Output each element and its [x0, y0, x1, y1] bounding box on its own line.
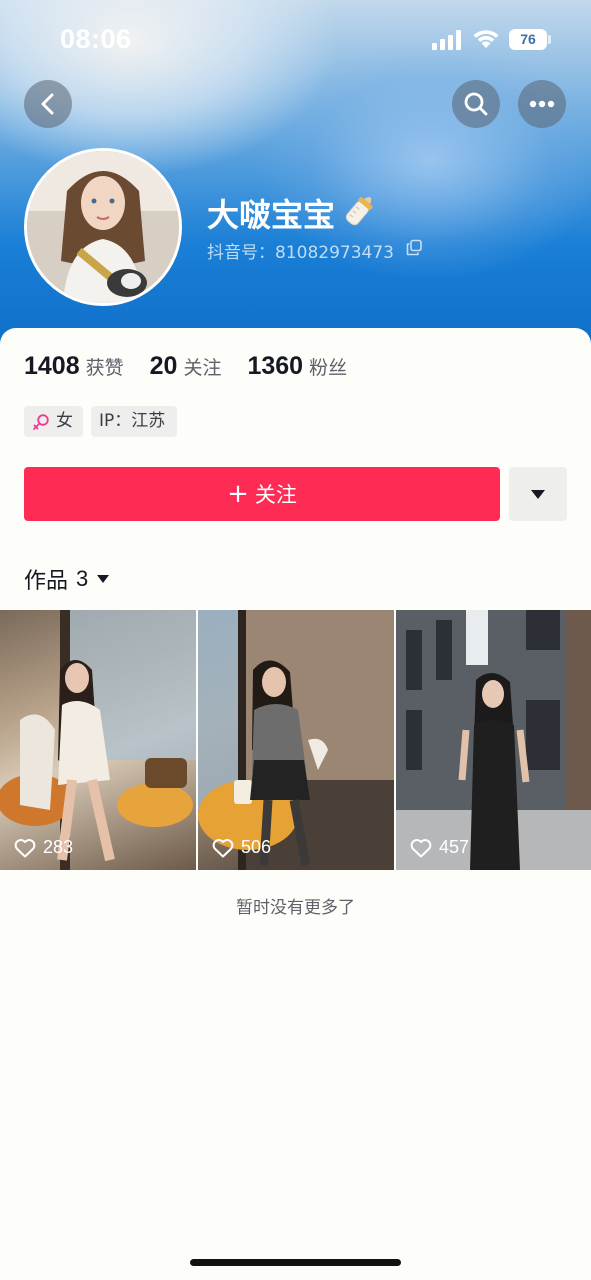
like-count: 283: [14, 837, 73, 858]
stat-following[interactable]: 20 关注: [150, 352, 222, 381]
avatar-photo: [27, 151, 179, 303]
like-count: 457: [410, 837, 469, 858]
more-options-button[interactable]: [518, 80, 566, 128]
stat-label: 获赞: [85, 357, 124, 379]
like-count: 506: [212, 837, 271, 858]
search-icon: [464, 92, 488, 116]
battery-tip: [548, 35, 551, 44]
video-cover-image: [396, 610, 591, 870]
like-count-value: 283: [43, 837, 74, 857]
works-tab[interactable]: 作品 3: [24, 563, 110, 595]
female-icon: [33, 413, 49, 430]
stat-value: 1360: [247, 352, 304, 380]
chevron-left-icon: [41, 93, 54, 115]
recommend-dropdown-button[interactable]: [509, 467, 567, 521]
ip-location-label: IP：江苏: [99, 411, 166, 431]
end-of-list-text: 暂时没有更多了: [236, 898, 355, 918]
like-count-value: 457: [439, 837, 470, 857]
stat-label: 粉丝: [309, 357, 348, 379]
like-count-value: 506: [241, 837, 272, 857]
video-thumbnail[interactable]: 283: [0, 610, 196, 870]
copy-icon[interactable]: [406, 239, 423, 256]
works-count: 3: [76, 566, 89, 591]
cellular-signal-icon: [432, 30, 461, 50]
back-button[interactable]: [24, 80, 72, 128]
status-time: 08:06: [60, 24, 132, 54]
stat-value: 20: [149, 352, 178, 380]
search-button[interactable]: [452, 80, 500, 128]
gender-label: 女: [56, 411, 73, 431]
plus-icon: +: [227, 479, 249, 509]
video-thumbnail[interactable]: 506: [198, 610, 394, 870]
video-cover-image: [198, 610, 394, 870]
wifi-icon: [473, 30, 499, 48]
profile-stats: 1408 获赞 20 关注 1360 粉丝: [24, 352, 373, 384]
stat-value: 1408: [24, 352, 80, 380]
battery-indicator: 76: [509, 29, 547, 50]
ip-location-tag: IP：江苏: [91, 406, 177, 437]
caret-down-icon: [97, 575, 110, 583]
stat-likes[interactable]: 1408 获赞: [24, 352, 124, 381]
follow-label: 关注: [254, 483, 297, 507]
more-dots-icon: [529, 100, 555, 108]
works-label: 作品: [24, 569, 69, 594]
video-cover-image: [0, 610, 196, 870]
home-indicator[interactable]: [190, 1259, 401, 1266]
status-bar: 08:06 76: [0, 0, 591, 80]
username: 大啵宝宝: [207, 196, 336, 234]
heart-icon: [212, 838, 234, 857]
heart-icon: [14, 838, 36, 857]
heart-icon: [410, 838, 432, 857]
stat-followers[interactable]: 1360 粉丝: [247, 352, 347, 381]
follow-button[interactable]: + 关注: [24, 467, 500, 521]
caret-down-icon: [531, 489, 545, 499]
avatar[interactable]: [24, 148, 182, 306]
douyin-id: 抖音号：81082973473: [207, 243, 394, 263]
video-thumbnail[interactable]: 457: [396, 610, 591, 870]
stat-label: 关注: [183, 357, 222, 379]
gender-tag: 女: [24, 406, 83, 437]
baby-bottle-icon: [345, 196, 373, 226]
